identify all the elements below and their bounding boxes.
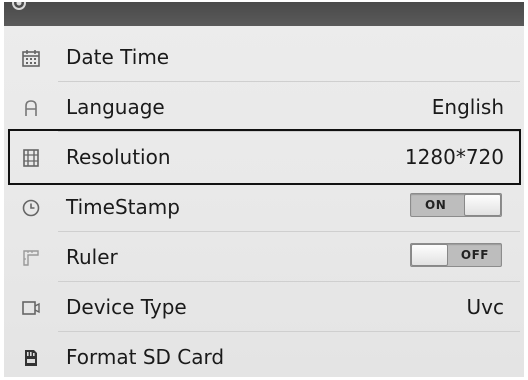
timestamp-toggle[interactable]: ON xyxy=(410,193,502,217)
menu-item-format-sd-card[interactable]: Format SD Card xyxy=(4,332,524,377)
sd-card-icon xyxy=(20,347,42,369)
timestamp-toggle-state: ON xyxy=(425,198,447,212)
format-sd-card-label: Format SD Card xyxy=(66,345,225,369)
ruler-toggle[interactable]: OFF xyxy=(410,243,502,267)
video-camera-icon xyxy=(20,297,42,319)
resolution-label: Resolution xyxy=(66,145,171,169)
settings-header-bar xyxy=(4,2,524,26)
menu-item-resolution[interactable]: Resolution 1280*720 xyxy=(4,132,524,182)
device-type-label: Device Type xyxy=(66,295,187,319)
menu-item-language[interactable]: Language English xyxy=(4,82,524,132)
language-value: English xyxy=(431,95,504,119)
timestamp-label: TimeStamp xyxy=(66,195,180,219)
menu-item-ruler[interactable]: Ruler OFF xyxy=(4,232,524,282)
film-icon xyxy=(20,147,42,169)
calendar-icon xyxy=(20,47,42,69)
ruler-toggle-state: OFF xyxy=(460,248,489,262)
language-label: Language xyxy=(66,95,165,119)
toggle-knob[interactable] xyxy=(464,194,501,216)
menu-item-timestamp[interactable]: TimeStamp ON xyxy=(4,182,524,232)
menu-item-date-time[interactable]: Date Time xyxy=(4,32,524,82)
device-type-value: Uvc xyxy=(466,295,504,319)
ruler-icon xyxy=(20,247,42,269)
resolution-value: 1280*720 xyxy=(404,145,504,169)
date-time-label: Date Time xyxy=(66,45,170,69)
ruler-label: Ruler xyxy=(66,245,118,269)
settings-screen: Date Time Language English Resolution 12… xyxy=(4,2,524,377)
toggle-knob[interactable] xyxy=(411,244,448,266)
menu-item-device-type[interactable]: Device Type Uvc xyxy=(4,282,524,332)
letter-a-icon xyxy=(20,97,42,119)
clock-icon xyxy=(20,197,42,219)
gear-icon xyxy=(10,2,28,12)
